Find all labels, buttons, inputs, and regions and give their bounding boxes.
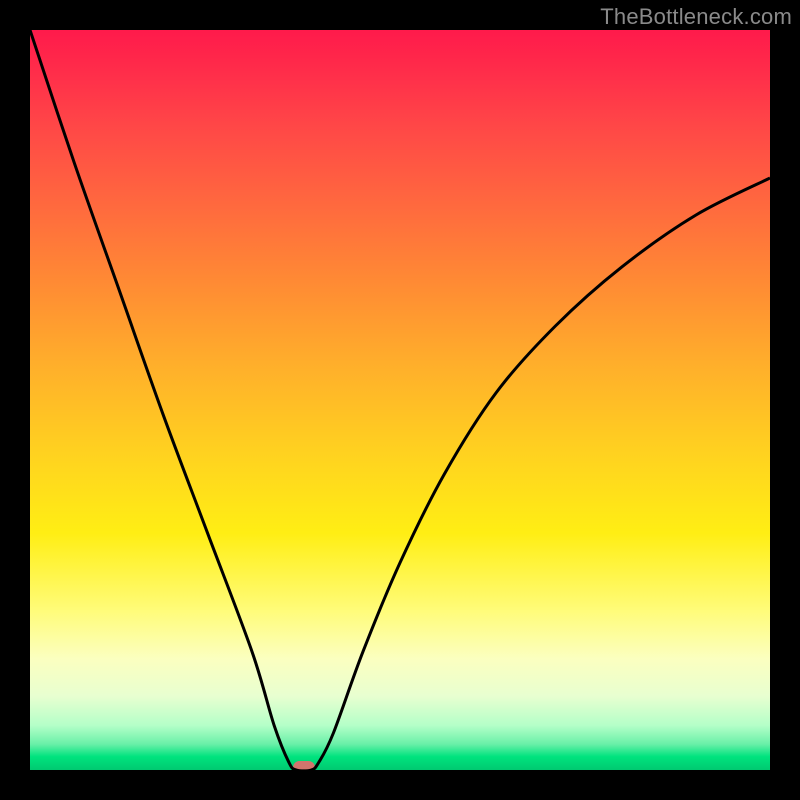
chart-frame: TheBottleneck.com [0, 0, 800, 800]
plot-area [30, 30, 770, 770]
bottleneck-curve [30, 30, 770, 770]
curve-path [30, 30, 770, 770]
watermark-text: TheBottleneck.com [600, 4, 792, 30]
